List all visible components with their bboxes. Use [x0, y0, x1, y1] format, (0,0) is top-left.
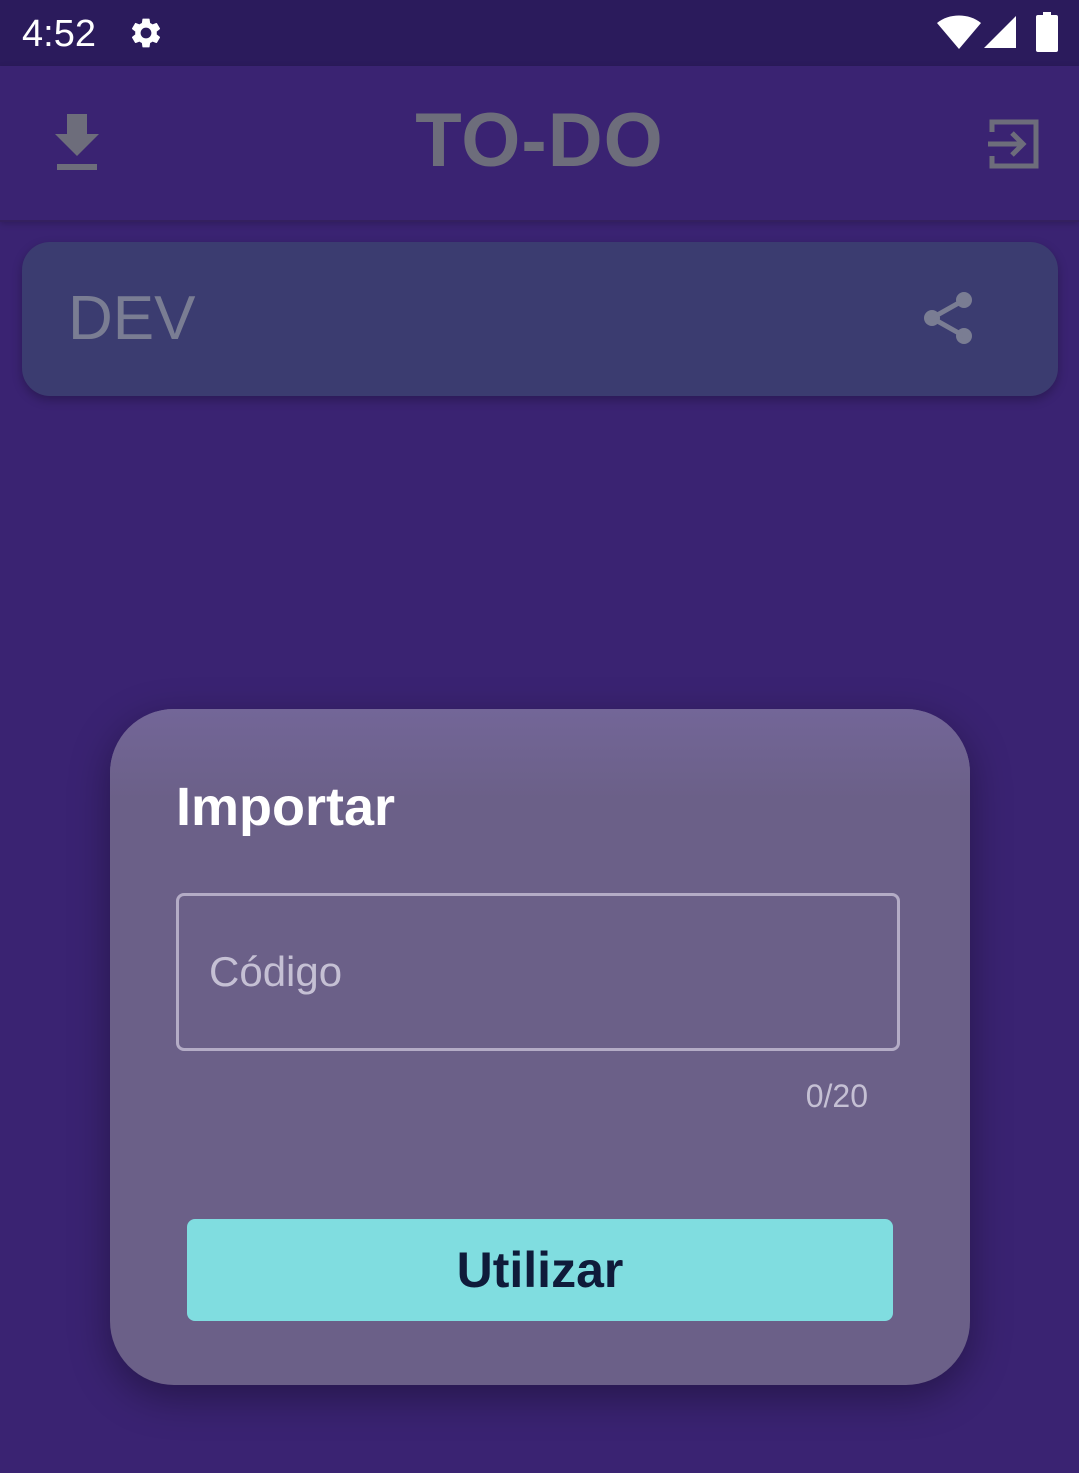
dialog-title: Importar: [176, 777, 396, 837]
import-dialog: Importar 0/20 Utilizar: [110, 709, 970, 1385]
code-input[interactable]: [209, 940, 869, 1004]
character-counter: 0/20: [805, 1078, 868, 1114]
use-button[interactable]: Utilizar: [187, 1219, 893, 1321]
code-field[interactable]: [176, 893, 900, 1051]
